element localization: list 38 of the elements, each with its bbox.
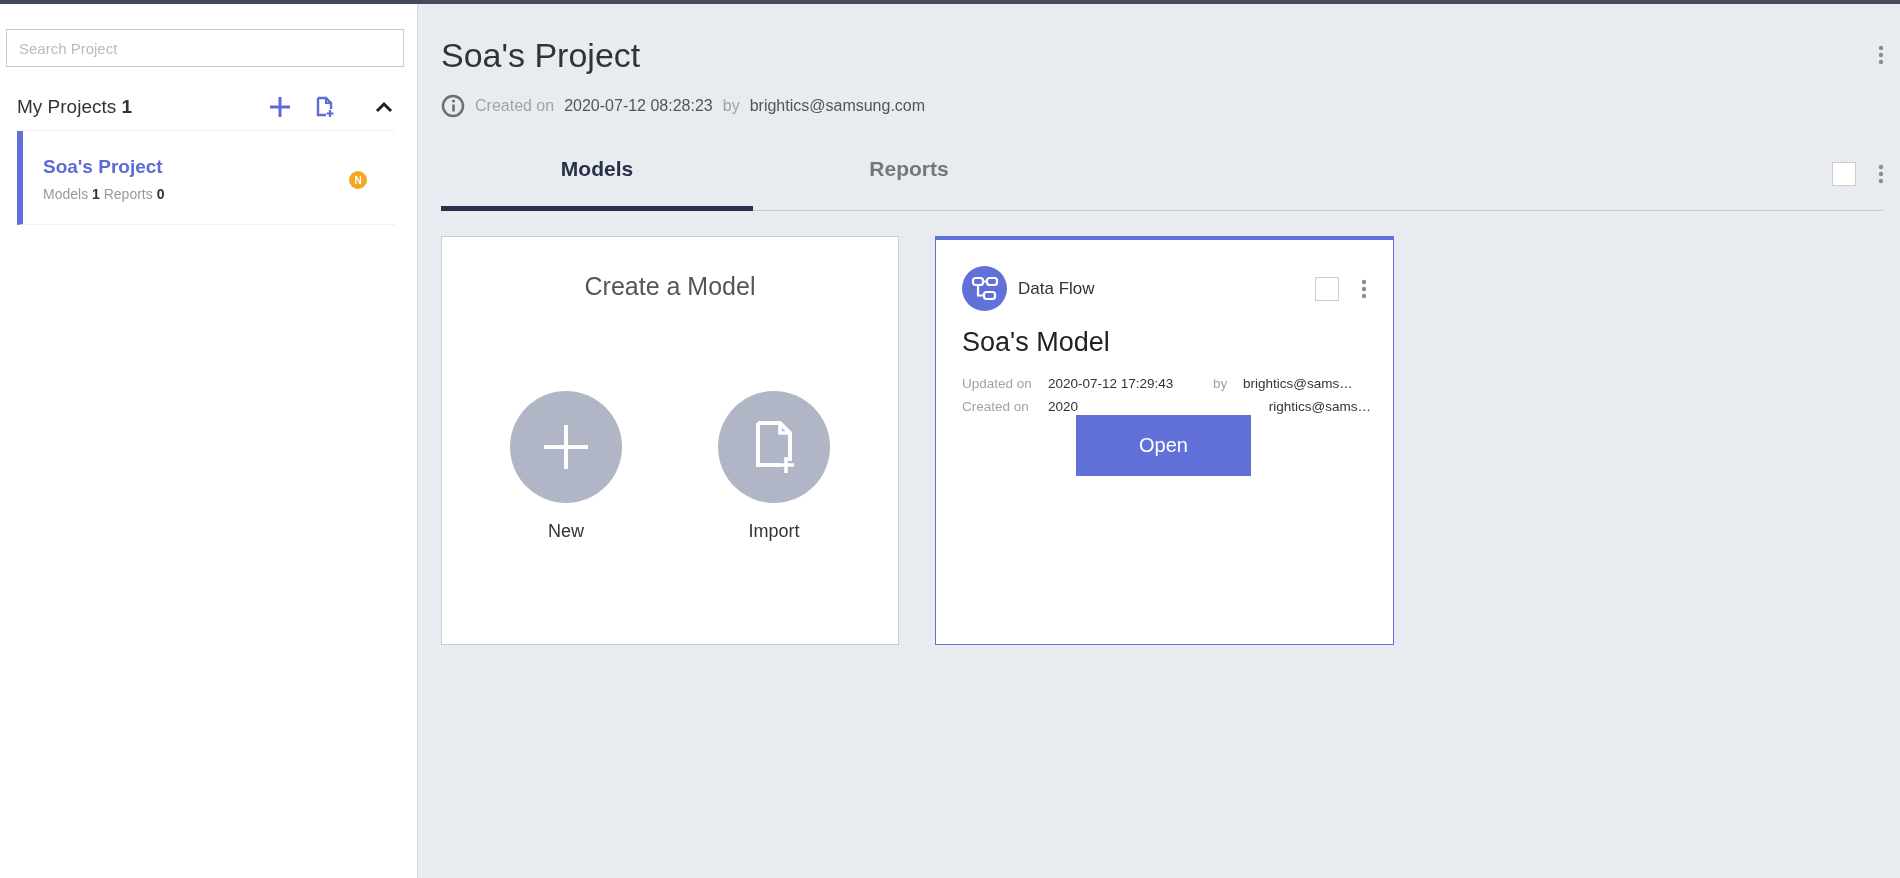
- info-icon: [441, 94, 465, 118]
- author-email: brightics@samsung.com: [749, 97, 926, 115]
- model-name: Soa's Model: [962, 327, 1111, 358]
- project-name: Soa's Project: [43, 156, 164, 178]
- by-label: by: [1213, 376, 1229, 391]
- meta-label: Created on: [962, 399, 1030, 414]
- action-label: New: [548, 521, 584, 542]
- model-checkbox[interactable]: [1315, 276, 1339, 301]
- section-title: My Projects 1: [17, 95, 134, 118]
- more-icon: [1361, 278, 1367, 299]
- project-item[interactable]: Soa's Project Models 1 Reports 0 N: [17, 131, 395, 225]
- meta-author: brightics@sams…: [1243, 376, 1353, 391]
- new-badge: N: [349, 171, 367, 189]
- by-label: by: [722, 97, 740, 115]
- project-title: Soa's Project: [441, 36, 642, 76]
- collapse-button[interactable]: [375, 100, 393, 113]
- created-date: 2020-07-12 08:28:23: [564, 97, 713, 115]
- open-button[interactable]: Open: [1076, 415, 1251, 476]
- action-label: Import: [748, 521, 800, 542]
- add-project-button[interactable]: [269, 95, 291, 118]
- select-all-checkbox[interactable]: [1832, 162, 1856, 186]
- search-field[interactable]: Search Project: [6, 29, 404, 67]
- card-title: Create a Model: [584, 272, 756, 301]
- meta-author: rightics@sams…: [1268, 399, 1371, 414]
- project-stats: Models 1 Reports 0: [43, 186, 166, 202]
- model-type: Data Flow: [1018, 278, 1096, 299]
- meta-date: 2020-07-12 17:29:43: [1048, 376, 1174, 391]
- more-icon: [1878, 45, 1884, 65]
- flow-icon: [962, 266, 1007, 311]
- created-label: Created on: [475, 97, 555, 115]
- more-icon: [1878, 164, 1884, 184]
- import-project-button[interactable]: [315, 95, 335, 118]
- meta-date: 2020: [1048, 399, 1079, 414]
- meta-label: Updated on: [962, 376, 1033, 391]
- plus-icon: [542, 423, 590, 471]
- tab[interactable]: Reports: [753, 149, 1065, 211]
- model-card[interactable]: Data Flow Soa's Model Updated on 2020-07-12 17:29:43 by brightics@sams… Created on 2020 rightics@sams… Open: [935, 236, 1394, 645]
- tab[interactable]: Models: [441, 149, 753, 211]
